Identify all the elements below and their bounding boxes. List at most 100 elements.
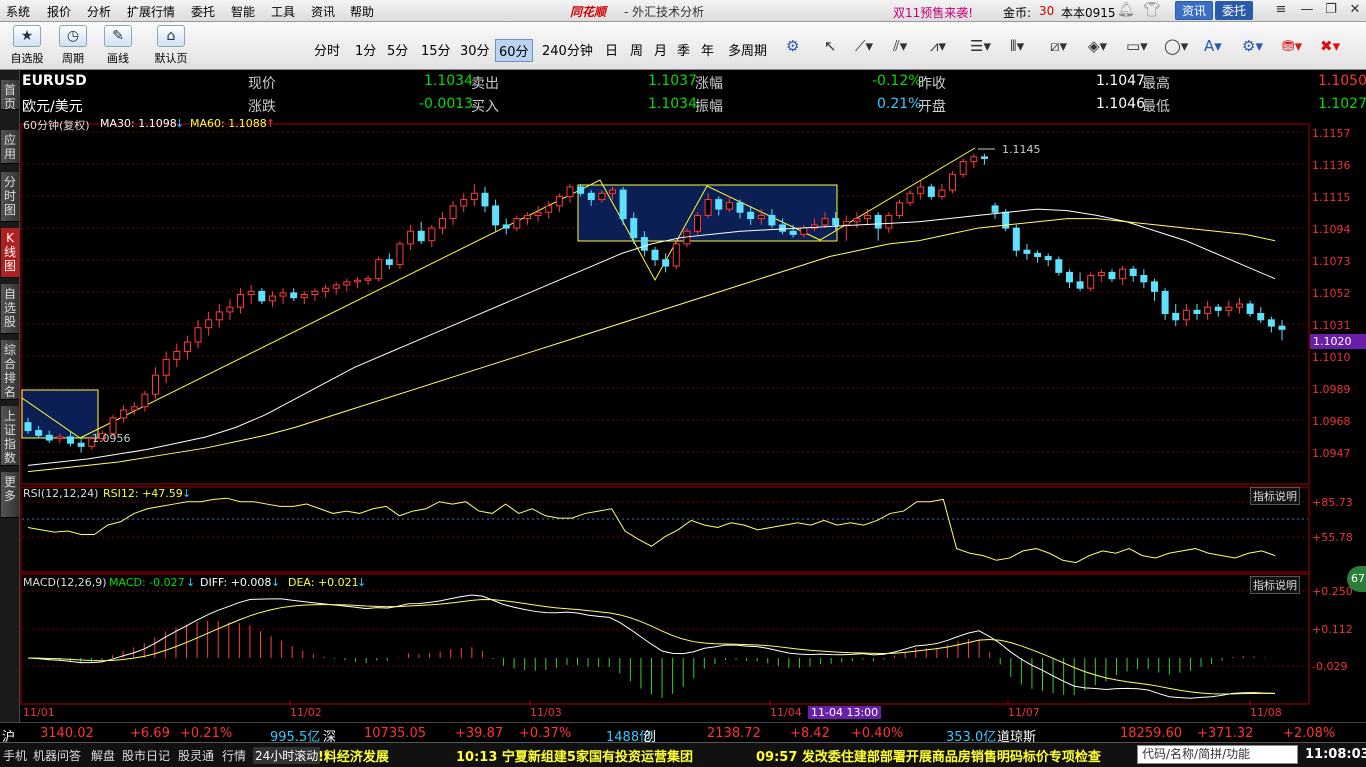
cy-pct: +0.40% [851,726,904,741]
candle-body [927,186,935,197]
candle-body [279,292,287,297]
macd-panel-border [20,573,1310,705]
candle-body [183,341,191,352]
candle-body [757,214,765,220]
candle-body [704,199,712,216]
candle-body [332,284,340,289]
news-ticker-2[interactable]: 10:13 宁夏新组建5家国有投资运营集团 [456,746,693,765]
candle-body [1204,306,1212,314]
candle-body [725,202,733,210]
tab-diary[interactable]: 股市日记 [122,747,170,764]
candle-body [821,218,829,226]
candle-body [566,186,574,197]
candle-body [885,214,893,229]
high-marker: 1.1145 [1002,143,1041,156]
candle-body [215,311,223,321]
floating-badge[interactable]: 67 [1347,566,1366,592]
candle-body [385,259,393,265]
rsi-panel [27,497,1276,564]
rsi-tick: +85.73 [1312,496,1353,509]
candle-body [1087,275,1095,289]
macd-panel [27,594,1276,699]
candle-body [449,205,457,220]
candle-body [853,218,861,223]
candle-body [56,436,64,439]
candle-body [343,281,351,286]
candle-body [173,350,181,360]
macd-tick: +0.112 [1312,623,1353,636]
price-tick: 1.1073 [1312,255,1351,268]
candle-body [322,287,330,292]
candle-body [396,243,404,265]
candle-body [779,224,787,232]
candle-body [598,192,606,201]
candle-body [842,221,850,226]
candle-body [715,199,723,210]
candle-body [1065,271,1073,283]
candle-body [1235,303,1243,308]
rsi-help-button[interactable]: 指标说明 [1250,487,1300,505]
price-panel-border [20,123,1310,485]
candle-body [587,192,595,201]
candle-body [1267,319,1275,327]
candle-body [45,434,53,441]
dea-down-icon: ↓ [357,576,367,589]
candle-body [1172,312,1180,321]
tab-24h-scroll[interactable]: 24小时滚动 [253,747,321,764]
candle-body [991,205,999,213]
dea-value: DEA: +0.021 [288,576,359,589]
candle-body [130,406,138,411]
macd-help-button[interactable]: 指标说明 [1250,576,1300,594]
candle-body [152,374,160,395]
date-label: 11/07 [1008,706,1040,719]
news-ticker-1[interactable]: !料经济发展 [318,746,389,765]
chart-period-label: 60分钟(复权) [23,119,90,132]
news-ticker-3[interactable]: 09:57 发改委住建部部署开展商品房销售明码标价专项检查 [756,746,1101,765]
tab-stock-tong[interactable]: 股灵通 [178,747,214,764]
price-tick: 1.1094 [1312,223,1351,236]
candle-body [736,202,744,213]
candle-body [1182,309,1190,321]
candle-body [1193,309,1201,314]
tab-market[interactable]: 行情 [222,747,246,764]
clock: 11:08:03 [1305,747,1366,762]
candle-body [481,192,489,207]
tab-robot-qa[interactable]: 机器问答 [33,747,81,764]
price-tick: 1.0968 [1312,415,1351,428]
ma-lines [27,208,1276,473]
candle-body [460,199,468,207]
candle-body [141,393,149,408]
tab-analysis[interactable]: 解盘 [91,747,115,764]
date-label: 11/02 [290,706,322,719]
candle-body [407,230,415,245]
candle-body [577,186,585,194]
ma60-up-icon: ↑ [266,117,276,130]
candle-body [300,294,308,299]
tab-mobile[interactable]: 手机 [3,747,27,764]
price-tick: 1.1052 [1312,287,1351,300]
index-status-bar: 沪 3140.02 +6.69 +0.21% 995.5亿 深 10735.05… [0,722,1366,745]
kline-chart[interactable] [0,0,1366,767]
candle-body [694,214,702,232]
candle-body [545,205,553,213]
price-tick: 1.0947 [1312,447,1351,460]
candle-body [1034,252,1042,258]
candle-body [247,290,255,296]
code-search-input[interactable]: 代码/名称/简拼/功能 [1137,745,1298,764]
candle-body [205,319,213,329]
bottom-bar: 手机 机器问答 解盘 股市日记 股灵通 行情 24小时滚动 !料经济发展 10:… [0,742,1366,767]
price-tick: 1.1031 [1312,319,1351,332]
ma30-line [27,208,1276,466]
chart-annotations [21,147,995,439]
dj-change: +371.32 [1197,726,1254,741]
candle-body [959,161,967,175]
candle-body [980,156,988,159]
current-price-tag: 1.1020 [1310,334,1366,349]
candle-body [895,202,903,216]
candle-body [523,214,531,220]
price-tick: 1.0989 [1312,383,1351,396]
rsi12-value: RSI12: +47.59 [103,487,183,500]
diff-value: DIFF: +0.008 [200,576,272,589]
sz-value: 10735.05 [364,726,427,741]
candle-body [608,189,616,194]
